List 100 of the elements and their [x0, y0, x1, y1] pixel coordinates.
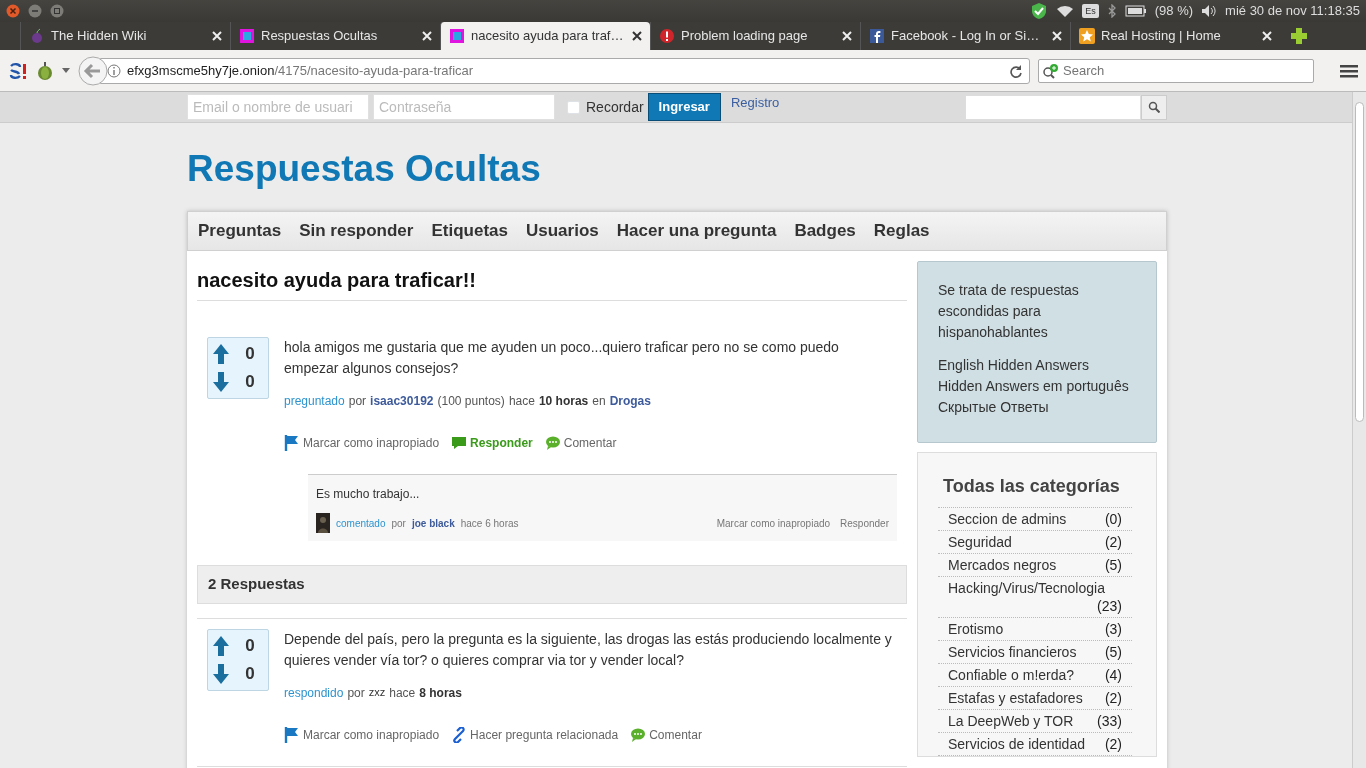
volume-icon[interactable] — [1201, 4, 1218, 18]
category-count: (3) — [1104, 620, 1122, 638]
category-link[interactable]: Servicios de identidad — [948, 735, 1085, 753]
site-search-field[interactable] — [965, 94, 1141, 120]
register-link[interactable]: Registro — [730, 93, 780, 113]
caret-icon[interactable] — [62, 67, 70, 74]
categories-title: Todas las categorías — [938, 473, 1132, 508]
meta-time: 10 horas — [538, 393, 589, 410]
category-link[interactable]: Confiable o m!erda? — [948, 666, 1075, 684]
flag-icon[interactable] — [284, 435, 300, 451]
comment-text: Es mucho trabajo... — [316, 486, 421, 503]
flag-icon[interactable] — [284, 726, 300, 743]
window-minimize-icon[interactable] — [28, 4, 42, 18]
language-link[interactable]: English Hidden Answers — [938, 355, 1136, 376]
chat-bubble-icon[interactable] — [630, 726, 647, 743]
action-link[interactable]: Hacer pregunta relacionada — [470, 725, 619, 744]
meta-text: por — [391, 516, 406, 531]
answer-body: Depende del país, pero la pregunta es la siguiente, las drogas las estás produciendo localmente y quieres vender vía tor? o quieres comprar via tor y vender local? — [284, 629, 893, 670]
category-count: (5) — [1104, 643, 1122, 661]
action-link[interactable]: Comentar — [563, 434, 617, 452]
scrollbar-thumb[interactable] — [1355, 102, 1364, 422]
chat-bubble-icon[interactable] — [544, 435, 561, 451]
search-field[interactable]: Search — [1038, 58, 1314, 83]
avatar-icon — [316, 513, 330, 533]
vote-count: 0 — [244, 662, 256, 685]
nav-link[interactable]: Reglas — [873, 218, 930, 244]
menu-icon[interactable] — [1340, 63, 1358, 78]
address-bar[interactable]: efxg3mscme5hy7je.onion/4175/nacesito-ayuda-para-traficar — [100, 57, 1030, 84]
window-close-icon[interactable] — [6, 4, 20, 18]
vote-count: 0 — [244, 343, 256, 366]
password-field[interactable]: Contraseña — [373, 94, 555, 120]
meta-text: hace — [508, 393, 535, 410]
category-link[interactable]: Seguridad — [948, 533, 1012, 551]
battery-icon[interactable] — [1124, 5, 1147, 17]
nav-link[interactable]: Usuarios — [526, 218, 599, 244]
nav-link[interactable]: Hacer una pregunta — [616, 218, 777, 244]
nav-link[interactable]: Badges — [794, 218, 856, 244]
category-link[interactable]: Servicios financieros — [948, 643, 1077, 661]
language-link[interactable]: Hidden Answers em português — [938, 376, 1136, 397]
wifi-icon[interactable] — [1056, 4, 1075, 18]
category-link[interactable]: Estafas y estafadores — [948, 689, 1083, 707]
info-icon — [107, 63, 121, 78]
user-link[interactable]: isaac30192 — [370, 392, 434, 410]
chain-link-icon[interactable] — [451, 726, 468, 743]
speech-bubble-icon[interactable] — [451, 435, 468, 451]
user-link[interactable]: Drogas — [609, 392, 651, 410]
action-link[interactable]: preguntado — [284, 392, 345, 410]
search-icon — [1148, 101, 1160, 113]
comment-action-link[interactable]: Responder — [840, 515, 889, 531]
action-link[interactable]: Marcar como inapropiado — [303, 434, 440, 452]
language-link[interactable]: Скрытые Ответы — [938, 397, 1136, 418]
nav-link[interactable]: Sin responder — [299, 218, 414, 244]
reload-icon[interactable] — [1009, 63, 1023, 78]
facebook-f-icon — [869, 28, 885, 44]
search-icon[interactable] — [1042, 62, 1060, 79]
downvote-arrow-icon[interactable] — [212, 663, 230, 684]
meta-text: en — [592, 393, 606, 410]
category-count: (2) — [1104, 689, 1122, 707]
reply-link[interactable]: Responder — [470, 434, 533, 452]
category-link[interactable]: La DeepWeb y TOR — [948, 712, 1074, 730]
vote-count: 0 — [244, 634, 256, 657]
category-link[interactable]: Erotismo — [948, 620, 1004, 638]
s-exclamation-logo-icon[interactable] — [8, 61, 28, 80]
site-title[interactable]: Respuestas Ocultas — [187, 147, 1167, 191]
user-link[interactable]: joe black — [411, 515, 455, 531]
window-maximize-icon[interactable] — [50, 4, 64, 18]
email-field[interactable]: Email o nombre de usuari — [187, 94, 369, 120]
nav-link[interactable]: Preguntas — [198, 218, 282, 244]
remember-checkbox[interactable] — [567, 100, 580, 114]
comment-action-link[interactable]: Marcar como inapropiado — [716, 515, 831, 531]
site-favicon-icon — [449, 28, 465, 44]
close-icon[interactable] — [632, 31, 642, 41]
shield-check-icon[interactable] — [1030, 2, 1049, 20]
downvote-arrow-icon[interactable] — [212, 372, 230, 392]
category-count: (2) — [1104, 533, 1122, 551]
onion-icon — [29, 28, 45, 44]
category-link[interactable]: Hacking/Virus/Tecnologia — [948, 579, 1105, 597]
vote-count: 0 — [244, 371, 256, 394]
nav-link[interactable]: Etiquetas — [431, 218, 508, 244]
question-body: hola amigos me gustaria que me ayuden un poco...quiero traficar pero no se como puedo empezar algunos consejos? — [284, 338, 840, 378]
answers-header: 2 Respuestas — [197, 565, 907, 604]
new-tab-plus-icon[interactable] — [1290, 27, 1308, 45]
search-button[interactable] — [1141, 94, 1167, 120]
keyboard-layout-indicator[interactable]: Es — [1082, 4, 1099, 18]
browser-tab[interactable]: nacesito ayuda para traf… — [440, 22, 650, 50]
bluetooth-icon[interactable] — [1106, 4, 1117, 18]
category-count: (5) — [1104, 556, 1122, 574]
meta-text: por — [347, 684, 365, 702]
action-link[interactable]: Marcar como inapropiado — [303, 725, 440, 744]
upvote-arrow-icon[interactable] — [212, 344, 230, 364]
category-count: (0) — [1104, 510, 1122, 528]
meta-time: 8 horas — [419, 684, 462, 702]
clock[interactable]: mié 30 de nov 11:18:35 — [1225, 1, 1360, 21]
category-link[interactable]: Seccion de admins — [948, 510, 1067, 528]
upvote-arrow-icon[interactable] — [212, 635, 230, 656]
action-link[interactable]: Comentar — [649, 725, 702, 744]
category-link[interactable]: Mercados negros — [948, 556, 1057, 574]
onion-icon[interactable] — [36, 60, 54, 81]
action-link[interactable]: respondido — [284, 683, 344, 702]
login-button[interactable]: Ingresar — [647, 93, 721, 121]
